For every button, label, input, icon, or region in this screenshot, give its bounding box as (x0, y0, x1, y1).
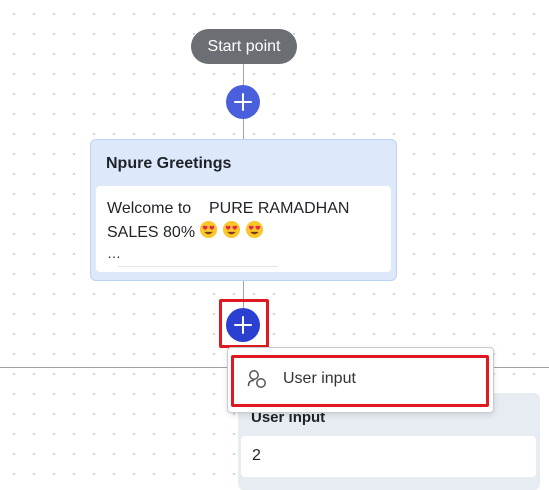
add-button-highlight (219, 299, 269, 348)
menu-item-highlight (231, 355, 489, 407)
node-title: Npure Greetings (106, 155, 232, 172)
connector-line (243, 64, 244, 87)
heart-eyes-emoji-icon (245, 220, 264, 246)
heart-eyes-emoji-icon (222, 220, 241, 246)
flow-canvas[interactable]: Start point Npure Greetings Welcome to P… (0, 0, 549, 490)
greeting-node-card[interactable]: Npure Greetings Welcome to PURE RAMADHAN… (90, 139, 397, 281)
node-message-preview: Welcome to PURE RAMADHAN SALES 80% … (96, 186, 391, 272)
start-point-label: Start point (207, 37, 281, 55)
node-value: 2 (252, 447, 261, 464)
heart-eyes-emoji-icon (199, 220, 218, 246)
preview-divider (118, 266, 278, 267)
start-point-node[interactable]: Start point (191, 29, 297, 64)
add-step-button[interactable] (226, 85, 260, 119)
connector-line (243, 117, 244, 140)
node-value-box: 2 (241, 436, 536, 477)
more-ellipsis: … (107, 245, 121, 261)
plus-icon (234, 93, 252, 111)
